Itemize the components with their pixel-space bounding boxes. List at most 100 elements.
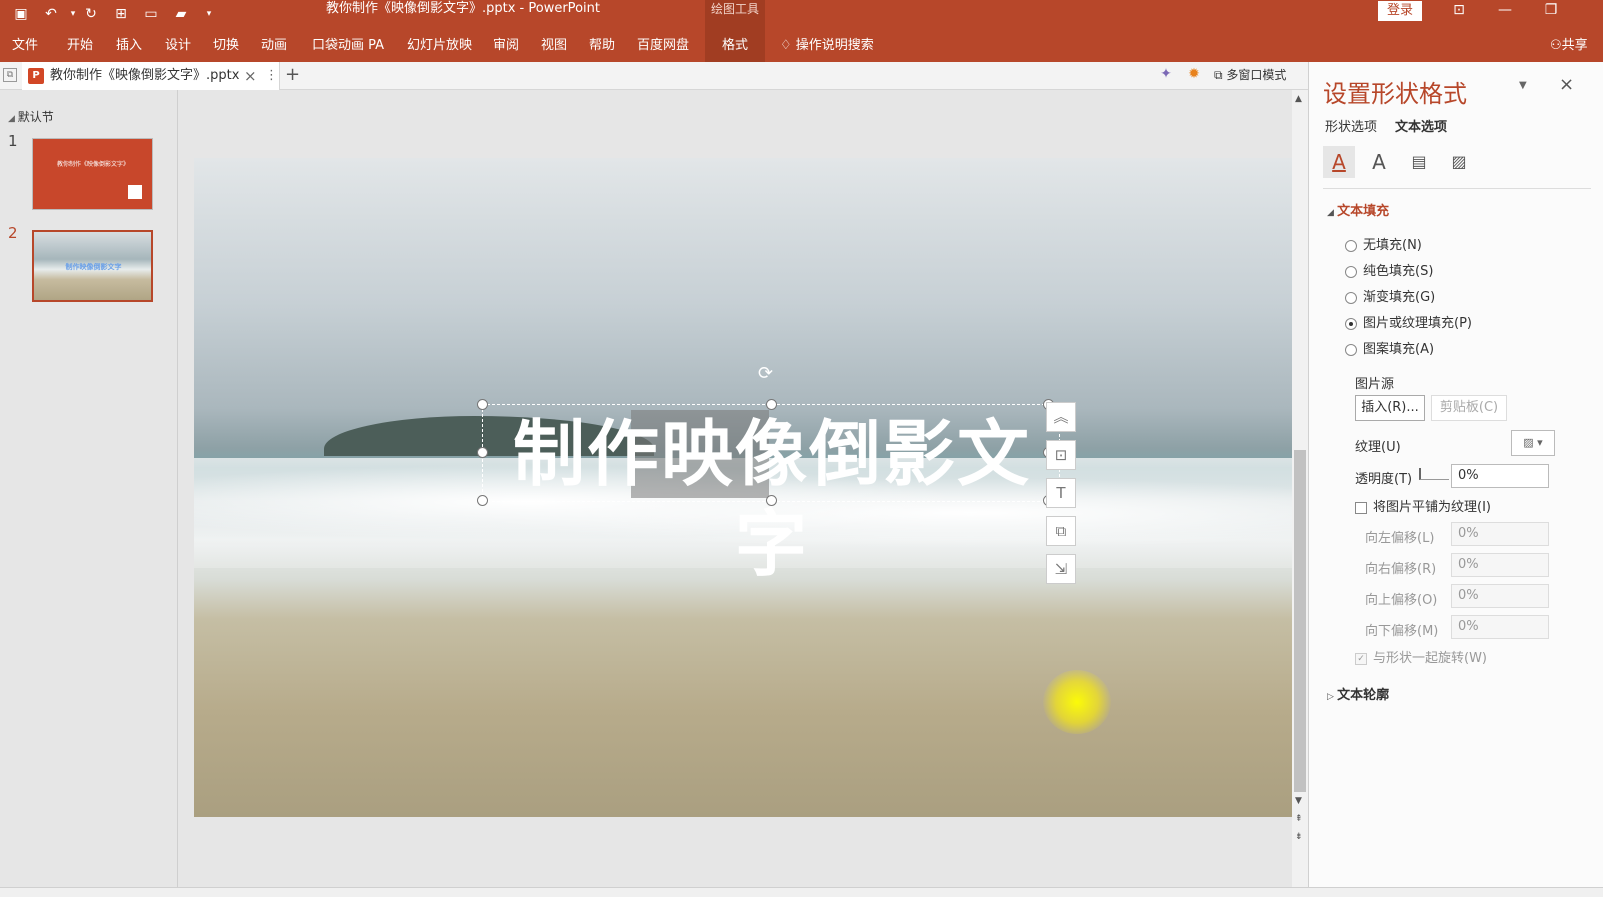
present-icon[interactable]: ⊞ (110, 4, 132, 24)
arrange-icon[interactable]: ⧉ (1046, 516, 1076, 546)
rotate-with-shape-option[interactable]: ✓ 与形状一起旋转(W) (1355, 647, 1487, 666)
tab-animations[interactable]: 动画 (261, 30, 287, 62)
tab-help[interactable]: 帮助 (589, 30, 615, 62)
section-header[interactable]: ◢ 默认节 (8, 108, 54, 125)
text-icon[interactable]: T (1046, 478, 1076, 508)
vertical-scrollbar[interactable]: ▲ ▼ ⇞ ⇟ (1292, 90, 1308, 887)
radio-button[interactable] (1345, 343, 1357, 356)
rotate-handle-icon[interactable]: ⟳ (758, 363, 773, 384)
tab-slideshow[interactable]: 幻灯片放映 (407, 30, 472, 62)
new-file-icon[interactable]: ▭ (140, 4, 162, 24)
tab-pocket-animation[interactable]: 口袋动画 PA (312, 30, 384, 62)
sparkle-icon[interactable]: ✦ (1156, 66, 1176, 86)
picture-icon[interactable]: ▨ (1443, 146, 1475, 178)
tab-file[interactable]: 文件 (12, 30, 38, 62)
tab-shape-options[interactable]: 形状选项 (1325, 116, 1377, 135)
offset-bottom-field[interactable]: 0% (1451, 615, 1549, 639)
tab-baidu-netdisk[interactable]: 百度网盘 (637, 30, 689, 62)
fill-option-pattern[interactable]: 图案填充(A) (1345, 338, 1434, 357)
resize-handle[interactable] (477, 399, 488, 410)
windows-icon: ⧉ (1214, 68, 1227, 82)
expanded-triangle-icon: ◢ (1327, 208, 1338, 218)
radio-button-selected[interactable] (1345, 317, 1357, 330)
radio-button[interactable] (1345, 239, 1357, 252)
slide-thumbnail-1[interactable]: 教你制作《映像倒影文字》 (32, 138, 153, 210)
document-tab-label: 教你制作《映像倒影文字》.pptx (50, 68, 240, 83)
tell-me-label: 操作说明搜索 (795, 38, 874, 53)
document-tab[interactable]: P 教你制作《映像倒影文字》.pptx × ⋮ (22, 62, 280, 90)
transparency-field[interactable]: 0% (1451, 464, 1549, 488)
tab-format[interactable]: 格式 (705, 30, 765, 62)
rotate-with-shape-label: 与形状一起旋转(W) (1373, 651, 1487, 666)
offset-left-field[interactable]: 0% (1451, 522, 1549, 546)
insert-picture-button[interactable]: 插入(R)... (1355, 395, 1425, 421)
position-icon[interactable]: ⊡ (1046, 440, 1076, 470)
close-tab-icon[interactable]: × (244, 62, 257, 90)
scrollbar-thumb[interactable] (1294, 450, 1306, 792)
text-fill-section[interactable]: ◢ 文本填充 (1327, 200, 1389, 219)
new-tab-button[interactable]: + (285, 62, 300, 88)
fill-option-none[interactable]: 无填充(N) (1345, 234, 1422, 253)
text-outline-section[interactable]: ▷ 文本轮廓 (1327, 684, 1389, 703)
pane-options-icon[interactable]: ▼ (1519, 80, 1527, 91)
thumbnail-title: 制作映像倒影文字 (65, 263, 122, 271)
tab-list-icon[interactable]: ⧉ (3, 68, 17, 82)
fill-option-gradient[interactable]: 渐变填充(G) (1345, 286, 1435, 305)
radio-label: 渐变填充(G) (1363, 290, 1436, 305)
transparency-slider[interactable] (1419, 468, 1449, 480)
resize-handle[interactable] (766, 495, 777, 506)
share-button[interactable]: ⚇共享 (1550, 30, 1588, 62)
slide-thumbnail-2[interactable]: 制作映像倒影文字 (32, 230, 153, 302)
checkbox[interactable] (1355, 501, 1367, 514)
tile-option[interactable]: 将图片平铺为纹理(I) (1355, 496, 1491, 515)
layout-options-icon[interactable]: ︽ (1046, 402, 1076, 432)
save-icon[interactable]: ▣ (10, 4, 32, 24)
scroll-down-icon[interactable]: ▼ (1295, 796, 1302, 806)
texture-dropdown[interactable]: ▨ ▾ (1511, 430, 1555, 456)
clipboard-button[interactable]: 剪贴板(C) (1431, 395, 1507, 421)
fill-option-solid[interactable]: 纯色填充(S) (1345, 260, 1433, 279)
scroll-up-icon[interactable]: ▲ (1295, 94, 1302, 104)
text-fill-outline-icon[interactable]: A (1323, 146, 1355, 178)
restore-button[interactable]: ❐ (1528, 0, 1574, 22)
checkbox-checked[interactable]: ✓ (1355, 652, 1367, 665)
close-pane-icon[interactable]: × (1559, 74, 1574, 95)
ribbon-display-options-icon[interactable]: ⊡ (1436, 0, 1482, 22)
text-effects-icon[interactable]: A (1363, 146, 1395, 178)
tab-insert[interactable]: 插入 (116, 30, 142, 62)
tab-design[interactable]: 设计 (165, 30, 191, 62)
resize-handle[interactable] (477, 447, 488, 458)
selected-text-box[interactable]: 制作映像倒影文字 (477, 399, 1111, 734)
tab-transitions[interactable]: 切换 (213, 30, 239, 62)
tab-view[interactable]: 视图 (541, 30, 567, 62)
slide-heading[interactable]: 制作映像倒影文字 (483, 409, 1061, 586)
multi-window-button[interactable]: ⧉ 多窗口模式 (1214, 62, 1286, 90)
transparency-label: 透明度(T) (1355, 472, 1413, 487)
login-button[interactable]: 登录 (1378, 1, 1422, 21)
next-slide-icon[interactable]: ⇟ (1295, 832, 1303, 842)
tell-me-search[interactable]: ♢ 操作说明搜索 (780, 30, 874, 62)
tab-review[interactable]: 审阅 (493, 30, 519, 62)
undo-icon[interactable]: ↶ (40, 4, 62, 24)
resize-handle[interactable] (766, 399, 777, 410)
gear-icon[interactable]: ✹ (1184, 66, 1204, 86)
previous-slide-icon[interactable]: ⇞ (1295, 814, 1303, 824)
customize-qat-icon[interactable]: ▾ (198, 4, 220, 24)
open-folder-icon[interactable]: ▰ (170, 4, 192, 24)
tab-home[interactable]: 开始 (67, 30, 93, 62)
text-fill-label: 文本填充 (1337, 204, 1390, 219)
resize-icon[interactable]: ⇲ (1046, 554, 1076, 584)
format-shape-pane: 设置形状格式 ▼ × 形状选项 文本选项 A A ▤ ▨ ◢ 文本填充 无填充(… (1308, 62, 1603, 887)
offset-right-field[interactable]: 0% (1451, 553, 1549, 577)
minimize-button[interactable]: — (1482, 0, 1528, 22)
tab-text-options[interactable]: 文本选项 (1395, 116, 1447, 135)
textbox-icon[interactable]: ▤ (1403, 146, 1435, 178)
offset-top-field[interactable]: 0% (1451, 584, 1549, 608)
tab-more-icon[interactable]: ⋮ (265, 62, 278, 90)
radio-button[interactable] (1345, 265, 1357, 278)
radio-button[interactable] (1345, 291, 1357, 304)
redo-icon[interactable]: ↻ (80, 4, 102, 24)
slide-canvas[interactable]: 制作映像倒影文字 ⟳ (194, 158, 1303, 817)
fill-option-picture[interactable]: 图片或纹理填充(P) (1345, 312, 1472, 331)
resize-handle[interactable] (477, 495, 488, 506)
